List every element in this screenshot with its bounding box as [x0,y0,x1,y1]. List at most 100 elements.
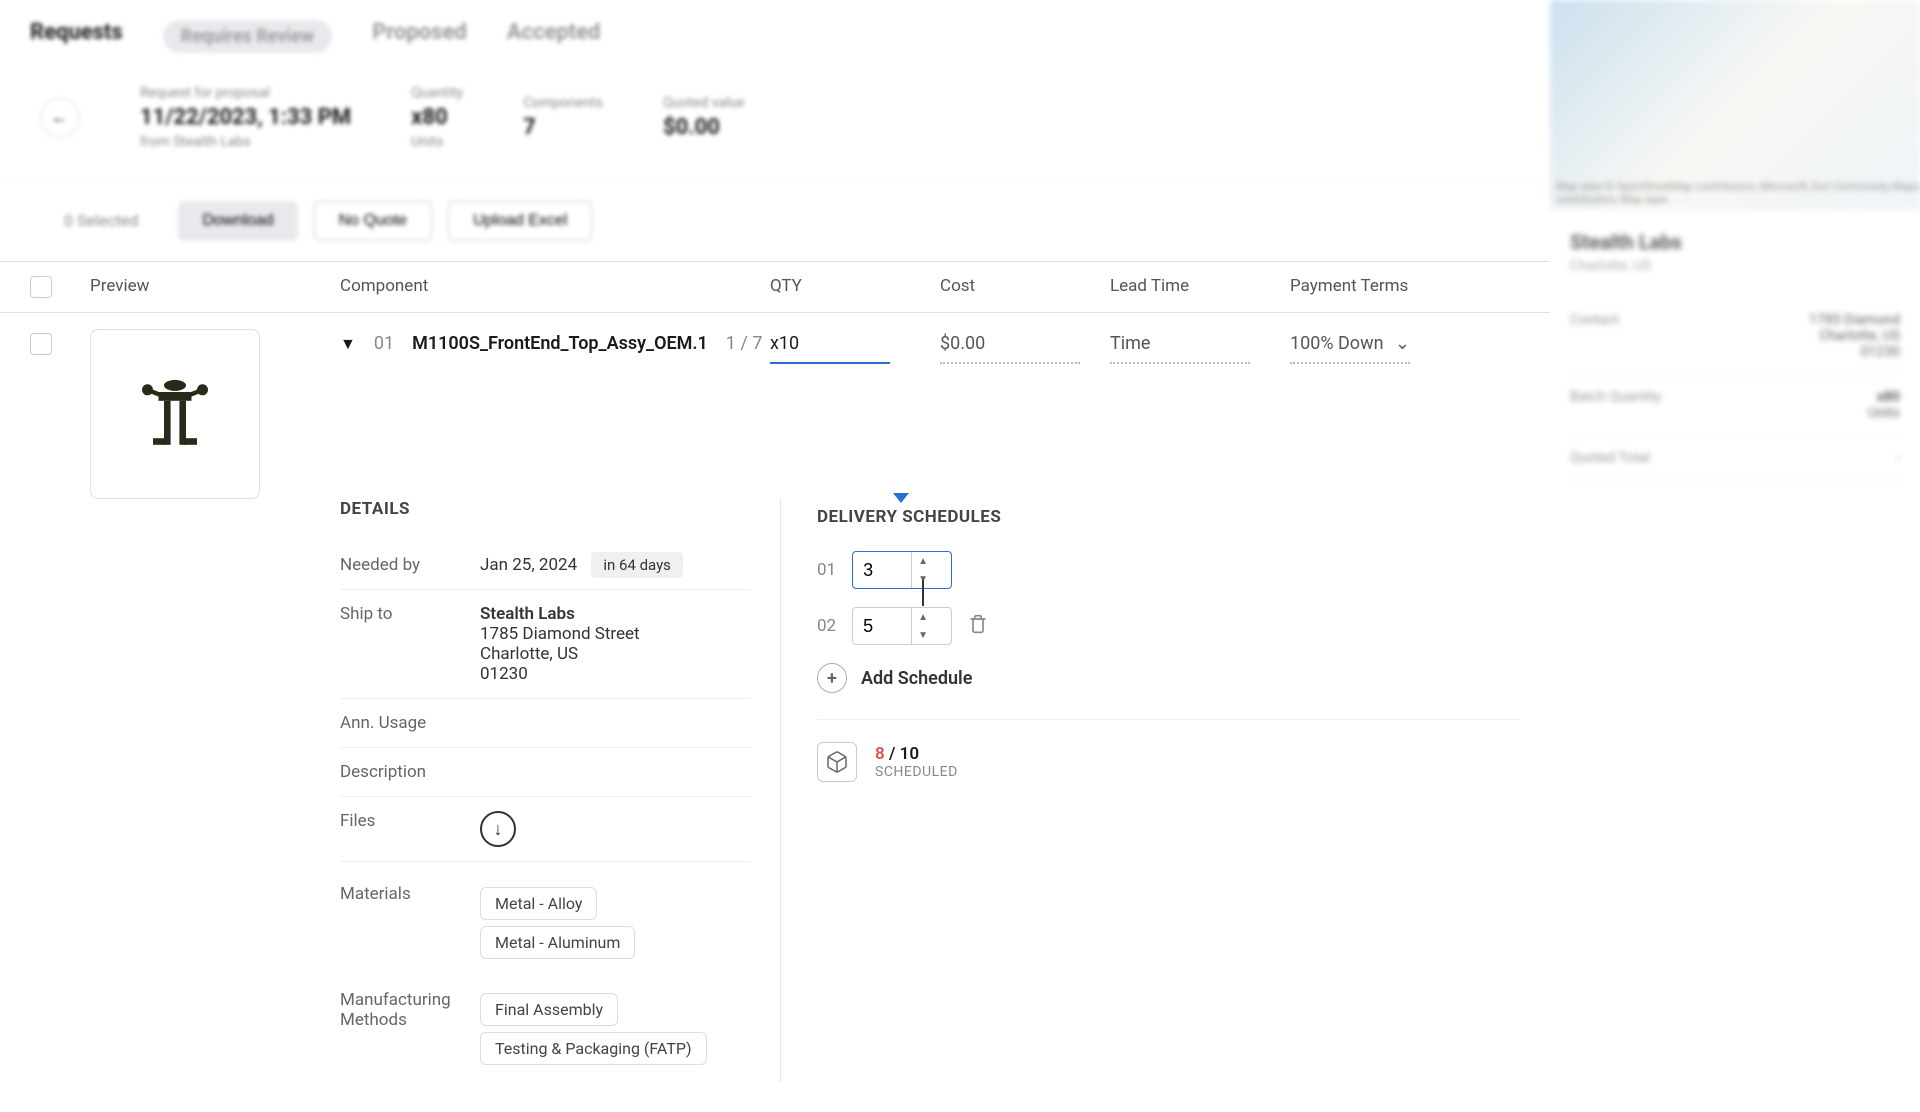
sidebar-contact-value: 01230 [1809,344,1900,360]
tab-requests[interactable]: Requests [30,20,123,53]
tab-accepted[interactable]: Accepted [507,20,601,53]
schedules-title: DELIVERY SCHEDULES [817,507,1520,527]
files-label: Files [340,811,480,847]
components-label: Components [523,95,603,111]
material-tag: Metal - Aluminum [480,926,635,959]
needed-by-label: Needed by [340,555,480,575]
rfp-value: 11/22/2023, 1:33 PM [140,105,351,130]
request-summary: ← Request for proposal 11/22/2023, 1:33 … [0,67,1550,181]
schedule-index: 02 [817,616,836,636]
stepper-up-icon[interactable]: ▲ [912,608,934,626]
stepper-up-icon[interactable]: ▲ [912,552,934,570]
add-schedule-label: Add Schedule [861,668,972,689]
days-badge: in 64 days [591,552,683,578]
qty-input[interactable]: x10 [770,333,890,364]
method-tag: Final Assembly [480,993,618,1026]
schedule-qty-stepper[interactable]: ▲ ▼ [852,551,952,589]
schedule-row: 02 ▲ ▼ [817,607,1520,645]
map-view[interactable]: Map data © OpenStreetMap contributors, M… [1550,0,1920,210]
no-quote-button[interactable]: No Quote [314,201,432,241]
col-payment: Payment Terms [1290,276,1430,298]
ship-addr-line: 1785 Diamond Street [480,624,750,644]
details-title: DETAILS [340,499,750,519]
select-all-checkbox[interactable] [30,276,52,298]
trash-icon [968,614,988,634]
quantity-value: x80 [411,105,463,130]
sidebar-total-value: - [1896,450,1900,466]
description-label: Description [340,762,480,782]
delivery-schedules-panel: DELIVERY SCHEDULES 01 ▲ ▼ 02 ▲ [780,499,1520,1082]
map-attribution: Map data © OpenStreetMap contributors, M… [1556,180,1920,206]
stepper-down-icon[interactable]: ▼ [912,626,934,644]
details-panel: DETAILS Needed by Jan 25, 2024 in 64 day… [340,499,780,1082]
quantity-sub: Units [411,134,463,150]
col-preview: Preview [90,276,340,298]
delete-schedule-button[interactable] [968,614,988,639]
methods-label: Manufacturing Methods [340,990,480,1068]
col-cost: Cost [940,276,1110,298]
cost-input[interactable]: $0.00 [940,333,1080,364]
upload-excel-button[interactable]: Upload Excel [448,201,592,241]
sidebar-panel: Map data © OpenStreetMap contributors, M… [1550,0,1920,1112]
add-schedule-button[interactable]: + Add Schedule [817,663,1520,693]
quantity-label: Quantity [411,85,463,101]
download-files-button[interactable]: ↓ [480,811,516,847]
schedule-summary: 8 / 10 SCHEDULED [817,719,1520,782]
components-value: 7 [523,115,603,140]
tab-requires-review[interactable]: Requires Review [163,20,332,53]
schedule-qty-input[interactable] [853,560,911,581]
preview-thumbnail[interactable] [90,329,260,499]
materials-label: Materials [340,884,480,962]
method-tag: Testing & Packaging (FATP) [480,1032,707,1065]
component-count: 1 / 7 [726,333,763,354]
back-button[interactable]: ← [40,98,80,138]
chevron-down-icon: ⌄ [1395,333,1410,354]
sidebar-company: Stealth Labs [1570,230,1900,254]
sidebar-contact-label: Contact [1570,312,1619,360]
schedule-qty-stepper[interactable]: ▲ ▼ [852,607,952,645]
table-row: ▼ 01 M1100S_FrontEnd_Top_Assy_OEM.1 1 / … [0,313,1550,499]
ship-addr-line: Charlotte, US [480,644,750,664]
material-tag: Metal - Alloy [480,887,597,920]
plus-icon: + [817,663,847,693]
row-checkbox[interactable] [30,333,52,355]
rfp-from: from Stealth Labs [140,134,351,150]
schedule-index: 01 [817,560,836,580]
payment-select[interactable]: 100% Down⌄ [1290,333,1410,364]
tab-proposed[interactable]: Proposed [372,20,467,53]
needed-by-value: Jan 25, 2024 [480,555,577,575]
ann-usage-label: Ann. Usage [340,713,480,733]
text-cursor-icon [922,580,924,606]
ship-addr-line: 01230 [480,664,750,684]
arrow-left-icon: ← [51,107,69,128]
ship-name: Stealth Labs [480,604,750,624]
row-index: 01 [374,333,394,354]
scheduled-label: SCHEDULED [875,764,958,780]
schedule-qty-input[interactable] [853,616,911,637]
chevron-down-icon[interactable]: ▼ [340,334,356,354]
col-leadtime: Lead Time [1110,276,1290,298]
sidebar-batch-value: x80 [1868,389,1900,405]
quoted-label: Quoted value [663,95,745,111]
sidebar-contact-value: Charlotte, US [1809,328,1900,344]
part-icon [120,359,230,469]
download-button[interactable]: Download [178,201,297,241]
scheduled-current: 8 [875,744,885,764]
description-value [480,762,750,782]
sidebar-batch-sub: Units [1868,405,1900,421]
scheduled-total: / 10 [885,744,919,764]
leadtime-input[interactable]: Time [1110,333,1250,364]
selected-count: 0 Selected [40,201,162,241]
sidebar-contact-value: 1785 Diamond [1809,312,1900,328]
rfp-label: Request for proposal [140,85,351,101]
package-icon [817,742,857,782]
sidebar-location: Charlotte, US [1570,258,1900,274]
col-component: Component [340,276,770,298]
sidebar-total-label: Quoted Total [1570,450,1650,466]
sidebar-batch-label: Batch Quantity [1570,389,1661,421]
ship-to-label: Ship to [340,604,480,684]
quoted-value: $0.00 [663,115,745,140]
tabs-bar: Requests Requires Review Proposed Accept… [0,0,1550,67]
table-header: Preview Component QTY Cost Lead Time Pay… [0,261,1550,313]
component-name: M1100S_FrontEnd_Top_Assy_OEM.1 [412,333,708,354]
